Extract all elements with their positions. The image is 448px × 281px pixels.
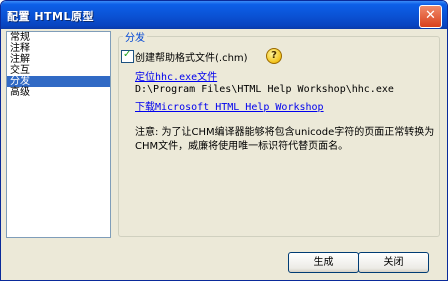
create-chm-checkbox[interactable]: ✓ (121, 49, 134, 63)
dialog-window: 配置 HTML原型 ✕ 常规 注释 注解 交互 分发 高级 分发 ✓ 创建帮助格… (0, 0, 448, 281)
close-button[interactable]: 关闭 (358, 252, 429, 273)
category-item-annotations[interactable]: 注解 (7, 54, 110, 65)
download-workshop-link[interactable]: 下载Microsoft HTML Help Workshop (135, 98, 324, 113)
generate-button[interactable]: 生成 (288, 252, 359, 273)
window-title: 配置 HTML原型 (7, 10, 94, 23)
hhc-path-text: D:\Program Files\HTML Help Workshop\hhc.… (135, 84, 394, 95)
unicode-note: 注意: 为了让CHM编译器能够将包含unicode字符的页面正常转换为CHM文件… (135, 127, 435, 152)
group-label: 分发 (123, 29, 147, 44)
locate-hhc-link[interactable]: 定位hhc.exe文件 (135, 68, 217, 83)
category-item-interaction[interactable]: 交互 (7, 65, 110, 76)
category-item-general[interactable]: 常规 (7, 32, 110, 43)
category-item-advanced[interactable]: 高级 (7, 87, 110, 98)
window-close-button[interactable]: ✕ (419, 5, 442, 28)
category-item-notes[interactable]: 注释 (7, 43, 110, 54)
create-chm-label[interactable]: 创建帮助格式文件(.chm) (135, 49, 248, 64)
help-icon[interactable]: ? (266, 48, 282, 64)
category-list[interactable]: 常规 注释 注解 交互 分发 高级 (6, 31, 111, 238)
category-item-distribution[interactable]: 分发 (7, 76, 110, 87)
title-bar[interactable]: 配置 HTML原型 ✕ (1, 1, 447, 29)
check-mark-icon: ✓ (123, 49, 132, 60)
